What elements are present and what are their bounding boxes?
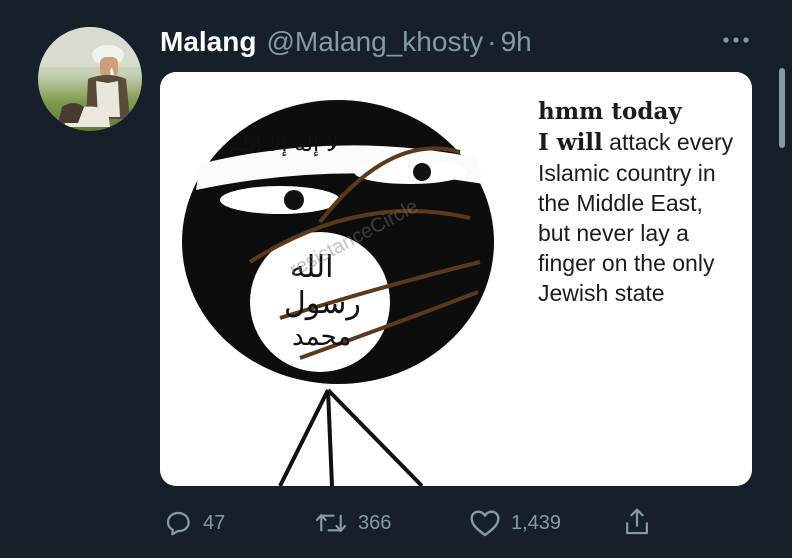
author-handle[interactable]: @Malang_khosty: [266, 26, 483, 58]
tweet-timestamp[interactable]: 9h: [501, 26, 532, 58]
seal-text-line-3: محمد: [292, 322, 352, 352]
reply-button[interactable]: 47: [163, 508, 225, 538]
stick-figure-body: [278, 388, 424, 486]
heart-icon: [470, 510, 500, 537]
scrollbar-thumb[interactable]: [779, 68, 785, 148]
retweet-icon: [315, 514, 347, 532]
author-name[interactable]: Malang: [160, 26, 256, 58]
avatar-photo: [38, 27, 142, 127]
like-button[interactable]: 1,439: [469, 508, 561, 538]
share-icon: [626, 508, 648, 535]
caption-bold-part-2: I will: [538, 129, 603, 156]
tweet-media-image[interactable]: ﻻ إله إلا الله الله رسول محمد resistance…: [160, 72, 752, 486]
banner-text: ﻻ إله إلا الله: [230, 132, 339, 157]
like-count: 1,439: [511, 511, 562, 534]
more-horizontal-icon: [723, 37, 749, 43]
author-avatar[interactable]: [38, 27, 142, 131]
share-button[interactable]: [622, 506, 662, 538]
meme-drawing: [182, 100, 494, 486]
meme-caption: hmm today I will attack every Islamic co…: [538, 96, 738, 308]
more-options-button[interactable]: [720, 28, 752, 52]
reply-icon: [166, 511, 190, 536]
retweet-button[interactable]: 366: [314, 508, 391, 538]
left-eye: [220, 186, 340, 214]
reply-count: 47: [203, 511, 226, 534]
retweet-count: 366: [358, 511, 392, 534]
right-pupil: [413, 163, 431, 181]
separator-dot: ·: [487, 26, 497, 57]
tweet-header: Malang @Malang_khosty · 9h: [160, 22, 532, 62]
left-pupil: [284, 190, 304, 210]
tweet-actions-bar: 47 366 1,439: [0, 500, 792, 546]
caption-bold-part: hmm today: [538, 98, 682, 125]
seal-text-line-2: رسول: [284, 286, 361, 321]
